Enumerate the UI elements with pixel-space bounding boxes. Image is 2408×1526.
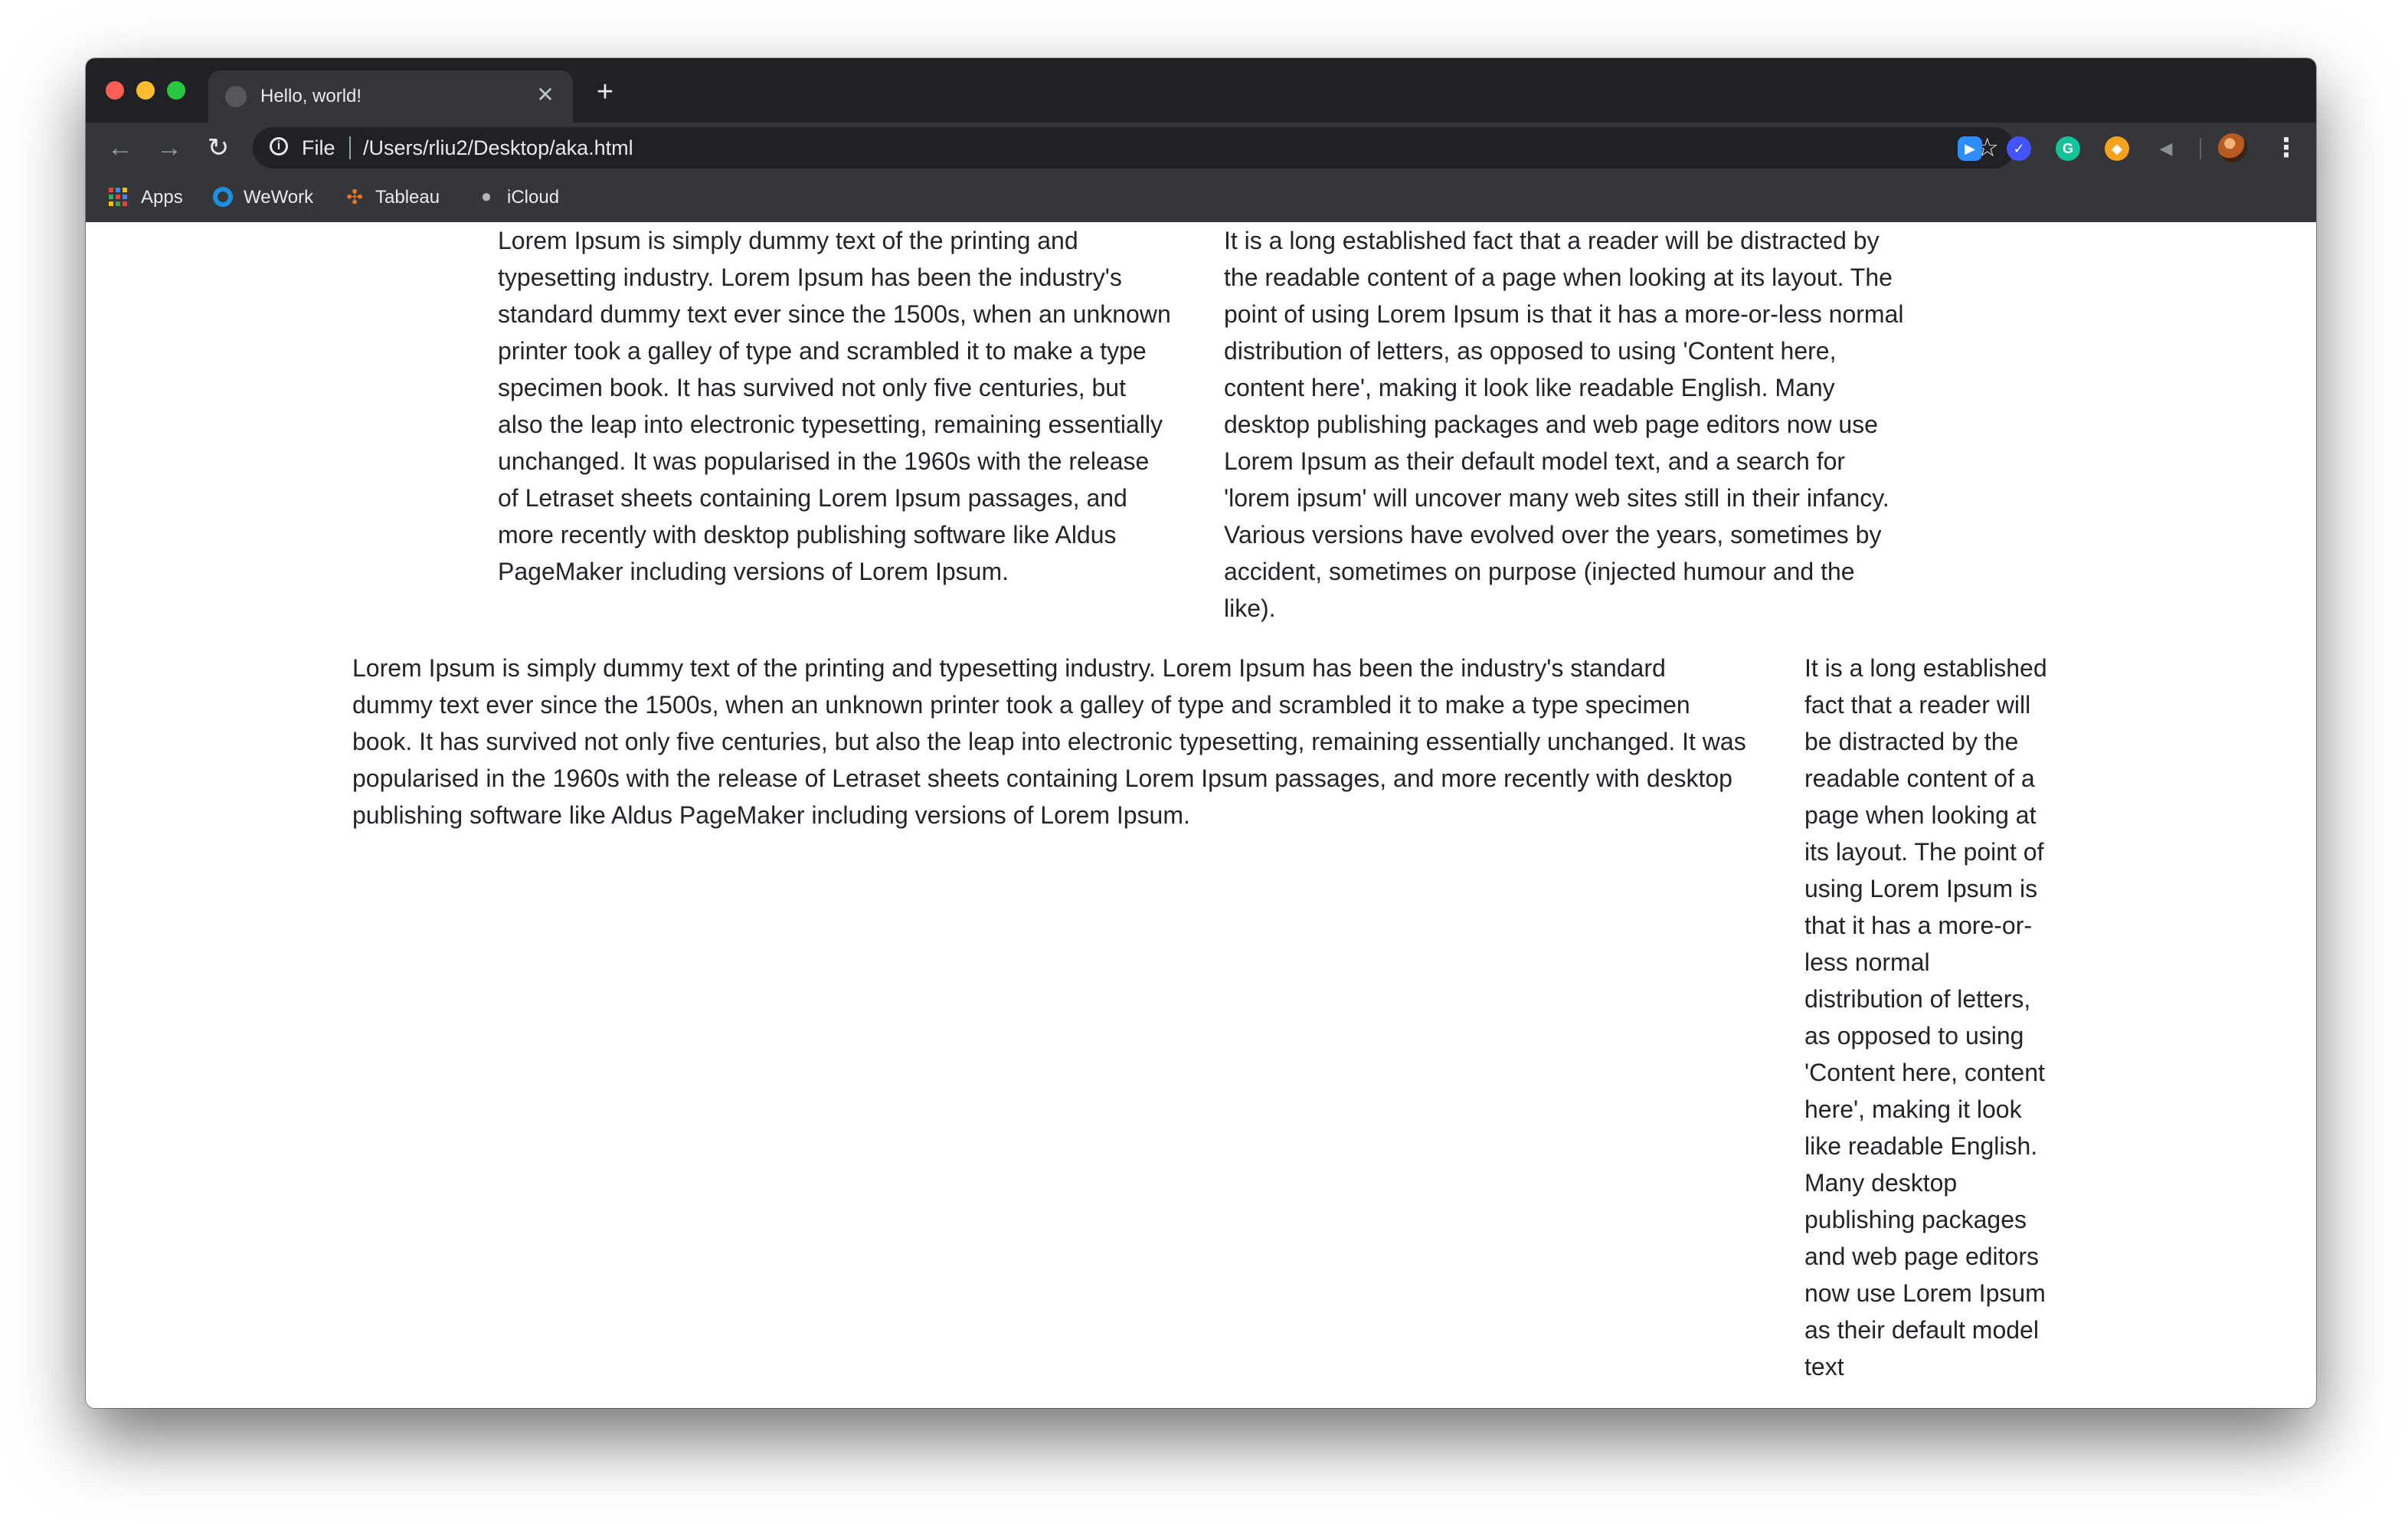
- toolbar-divider: [2200, 138, 2201, 159]
- bookmark-tableau[interactable]: ✣ Tableau: [345, 185, 440, 210]
- reload-button[interactable]: ↻: [201, 130, 236, 165]
- omnibox-divider: [349, 136, 351, 159]
- speaker-icon[interactable]: ◀: [2154, 136, 2178, 161]
- grammarly-icon[interactable]: G: [2056, 136, 2080, 161]
- tableau-icon: ✣: [346, 185, 363, 208]
- bookmark-icloud[interactable]: ● iCloud: [476, 185, 559, 210]
- address-bar[interactable]: i File /Users/rliu2/Desktop/aka.html ☆: [253, 127, 2014, 169]
- maximize-window-button[interactable]: [167, 81, 185, 100]
- page-content: Lorem Ipsum is simply dummy text of the …: [86, 222, 2316, 1408]
- url-scheme-label: File: [302, 136, 335, 159]
- bookmark-label: iCloud: [507, 187, 560, 208]
- bookmark-label: WeWork: [244, 187, 314, 208]
- close-window-button[interactable]: [106, 81, 124, 100]
- info-icon[interactable]: i: [270, 137, 288, 156]
- bookmarks-bar: Apps WeWork ✣ Tableau ● iCloud: [86, 173, 2316, 222]
- paragraph-bottom-narrow: It is a long established fact that a rea…: [1804, 654, 2047, 1380]
- apple-icon: ●: [480, 185, 492, 207]
- back-button[interactable]: ←: [103, 130, 138, 165]
- wework-icon: [213, 186, 233, 207]
- bookmark-apps[interactable]: Apps: [109, 185, 183, 210]
- orange-extension-icon[interactable]: ◆: [2105, 136, 2129, 161]
- apps-grid-icon: [109, 187, 127, 206]
- url-text[interactable]: /Users/rliu2/Desktop/aka.html: [363, 136, 633, 160]
- profile-avatar[interactable]: [2218, 133, 2247, 162]
- paragraph-top-left: Lorem Ipsum is simply dummy text of the …: [498, 227, 1171, 585]
- toolbar: ← → ↻ i File /Users/rliu2/Desktop/aka.ht…: [86, 123, 2316, 173]
- paragraph-bottom-wide: Lorem Ipsum is simply dummy text of the …: [352, 654, 1746, 829]
- paragraph-top-right: It is a long established fact that a rea…: [1224, 227, 1904, 622]
- tab-title: Hello, world!: [260, 86, 362, 106]
- bookmark-label: Tableau: [375, 187, 440, 208]
- tab-active[interactable]: Hello, world! ✕: [208, 70, 573, 123]
- menu-icon[interactable]: ⋮: [2273, 130, 2299, 165]
- tab-strip: Hello, world! ✕ +: [86, 58, 2316, 123]
- forward-button[interactable]: →: [152, 130, 187, 165]
- close-icon[interactable]: ✕: [532, 81, 559, 109]
- vpn-icon[interactable]: ✓: [2007, 136, 2031, 161]
- globe-icon: [225, 86, 247, 107]
- minimize-window-button[interactable]: [136, 81, 155, 100]
- new-tab-button[interactable]: +: [588, 75, 622, 109]
- zoom-icon[interactable]: ▶: [1958, 136, 1982, 161]
- bookmark-wework[interactable]: WeWork: [213, 185, 313, 210]
- browser-window: Hello, world! ✕ + ← → ↻ i File /Users/rl…: [86, 58, 2316, 1408]
- bookmark-label: Apps: [141, 187, 183, 208]
